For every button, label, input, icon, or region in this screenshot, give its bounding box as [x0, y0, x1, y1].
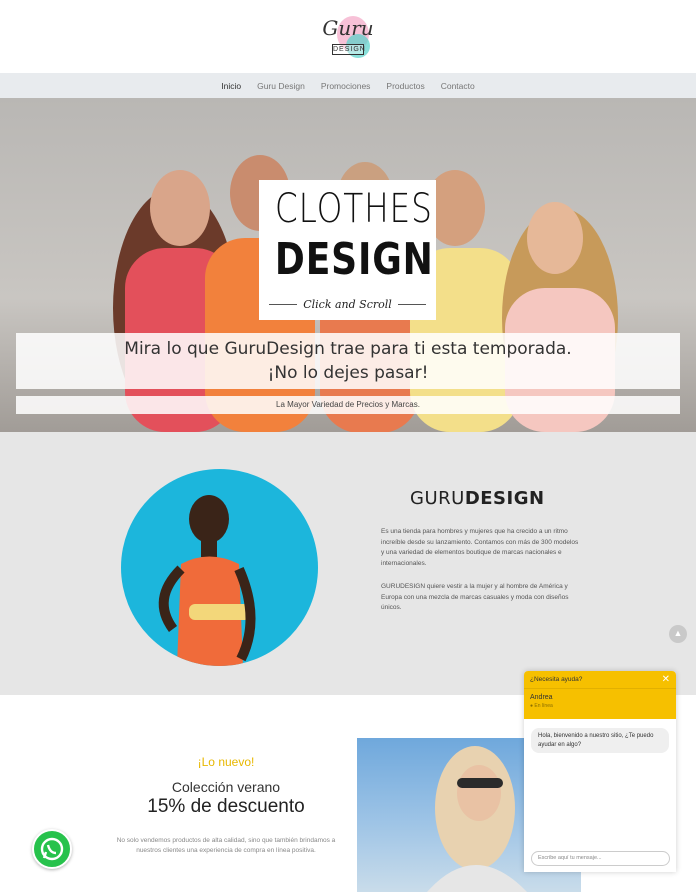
hero-message: Mira lo que GuruDesign trae para ti esta…: [16, 333, 680, 389]
about-title: GURUDESIGN: [410, 488, 545, 509]
logo[interactable]: Guru DESIGN: [318, 6, 378, 66]
logo-text: Guru: [322, 16, 374, 40]
nav-item-guru-design[interactable]: Guru Design: [249, 81, 313, 91]
chat-message: Hola, bienvenido a nuestro sitio, ¿Te pu…: [531, 728, 669, 753]
promo-text: No solo vendemos productos de alta calid…: [116, 837, 336, 854]
chat-input[interactable]: Escribe aquí tu mensaje...: [531, 851, 670, 866]
about-title-light: GURU: [410, 488, 465, 509]
chat-header-title: ¿Necesita ayuda?: [530, 676, 583, 683]
main-nav: Inicio Guru Design Promociones Productos…: [0, 73, 696, 98]
page: Guru DESIGN Inicio Guru Design Promocion…: [0, 0, 696, 892]
hero-message-line1: Mira lo que GuruDesign trae para ti esta…: [124, 339, 572, 359]
agent-name: Andrea: [530, 694, 553, 701]
hero-badge: CLOTHES DESIGN Click and Scroll: [259, 180, 436, 320]
nav-item-contacto[interactable]: Contacto: [433, 81, 483, 91]
hero-message-line2: ¡No lo dejes pasar!: [267, 363, 429, 383]
whatsapp-glyph: [40, 837, 64, 861]
chat-agent-info: Andrea ● En línea: [524, 688, 676, 719]
hero-badge-line2: DESIGN: [274, 234, 434, 285]
about-title-bold: DESIGN: [464, 488, 545, 509]
chat-header[interactable]: ¿Necesita ayuda? ✕: [524, 671, 676, 688]
hero-badge-line1: CLOTHES: [274, 186, 433, 232]
about-section: GURUDESIGN Es una tienda para hombres y …: [0, 432, 696, 695]
chat-widget: ¿Necesita ayuda? ✕ Andrea ● En línea Hol…: [524, 671, 676, 872]
close-icon[interactable]: ✕: [662, 671, 670, 688]
logo-subtext: DESIGN: [332, 44, 366, 55]
hero-banner: CLOTHES DESIGN Click and Scroll Mira lo …: [0, 98, 696, 432]
scroll-top-icon[interactable]: ▲: [669, 625, 687, 643]
about-photo: [121, 469, 318, 666]
nav-item-inicio[interactable]: Inicio: [213, 81, 249, 91]
model-illustration: [158, 495, 256, 666]
whatsapp-icon[interactable]: [32, 829, 72, 869]
agent-status: ● En línea: [530, 703, 553, 709]
site-header: Guru DESIGN: [0, 0, 696, 73]
hero-badge-tagline: Click and Scroll: [269, 298, 426, 311]
nav-item-productos[interactable]: Productos: [378, 81, 432, 91]
nav-item-promociones[interactable]: Promociones: [313, 81, 379, 91]
about-paragraph-2: GURUDESIGN quiere vestir a la mujer y al…: [381, 583, 569, 611]
about-paragraph-1: Es una tienda para hombres y mujeres que…: [381, 528, 579, 567]
hero-subtitle-bar: La Mayor Variedad de Precios y Marcas.: [16, 396, 680, 414]
hero-tagline-text: Click and Scroll: [303, 298, 392, 311]
